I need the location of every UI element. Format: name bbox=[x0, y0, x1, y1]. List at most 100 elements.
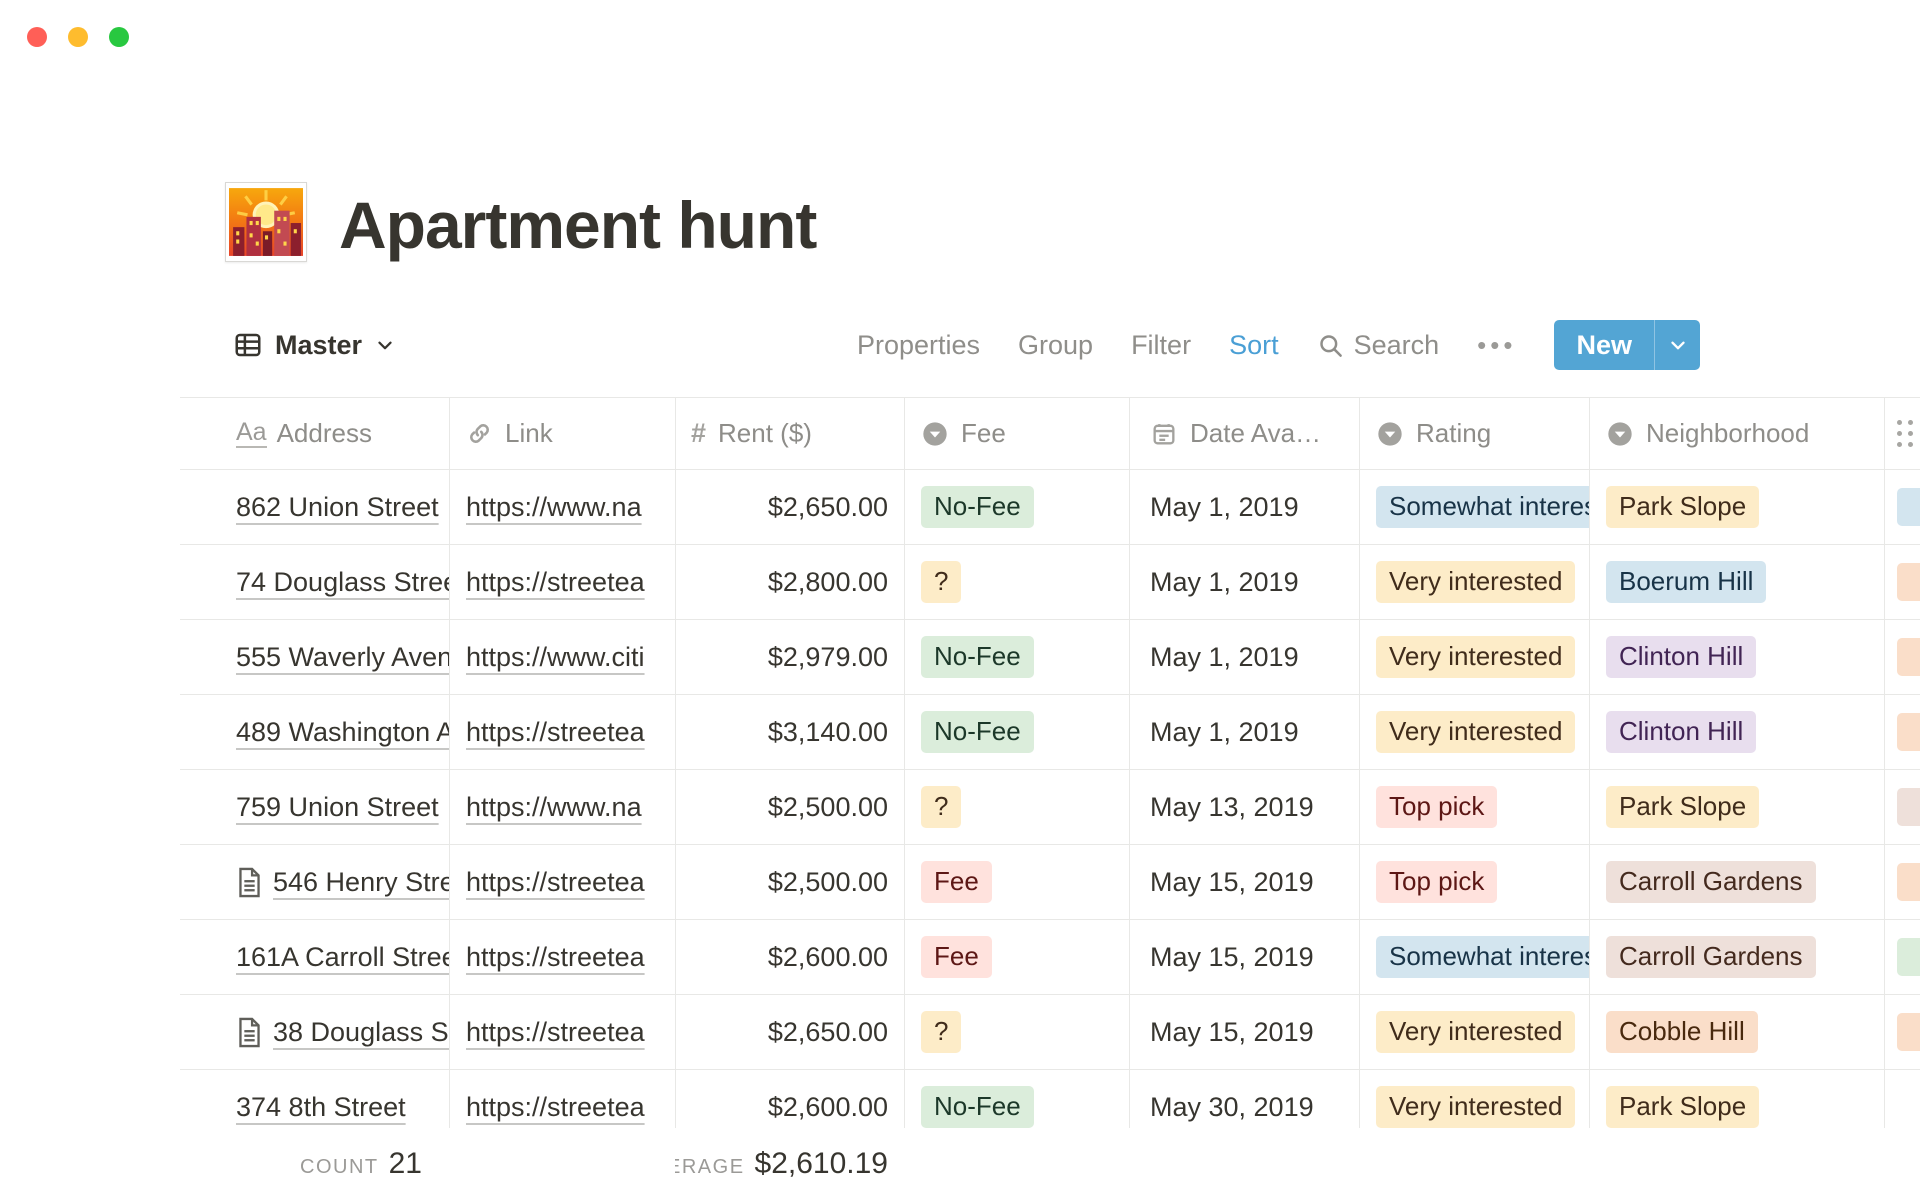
cell-rating[interactable]: Somewhat interested bbox=[1359, 920, 1589, 994]
cell-extra[interactable] bbox=[1884, 920, 1920, 994]
cell-rating[interactable]: Very interested bbox=[1359, 695, 1589, 769]
cell-extra[interactable] bbox=[1884, 995, 1920, 1069]
cell-fee[interactable]: ? bbox=[904, 995, 1129, 1069]
address-link[interactable]: 862 Union Street bbox=[236, 492, 439, 523]
url-link[interactable]: https://streetea bbox=[466, 1092, 645, 1123]
column-header-fee[interactable]: Fee bbox=[904, 398, 1129, 469]
column-header-link[interactable]: Link bbox=[449, 398, 675, 469]
address-link[interactable]: 374 8th Street bbox=[236, 1092, 406, 1123]
cell-date-available[interactable]: May 15, 2019 bbox=[1129, 920, 1359, 994]
cell-rating[interactable]: Very interested bbox=[1359, 620, 1589, 694]
cell-rating[interactable]: Top pick bbox=[1359, 845, 1589, 919]
address-link[interactable]: 546 Henry Street bbox=[273, 867, 449, 898]
cell-date-available[interactable]: May 1, 2019 bbox=[1129, 620, 1359, 694]
cell-link[interactable]: https://streetea bbox=[449, 695, 675, 769]
cell-neighborhood[interactable]: Cobble Hill bbox=[1589, 995, 1884, 1069]
cell-link[interactable]: https://www.citi bbox=[449, 620, 675, 694]
url-link[interactable]: https://www.na bbox=[466, 492, 642, 523]
cell-date-available[interactable]: May 13, 2019 bbox=[1129, 770, 1359, 844]
address-link[interactable]: 555 Waverly Avenue bbox=[236, 642, 449, 673]
cell-neighborhood[interactable]: Carroll Gardens bbox=[1589, 845, 1884, 919]
cell-address[interactable]: 161A Carroll Street bbox=[220, 920, 449, 994]
view-switcher[interactable]: Master bbox=[233, 330, 396, 361]
new-button-label[interactable]: New bbox=[1554, 320, 1654, 370]
cell-rent[interactable]: $2,979.00 bbox=[675, 620, 904, 694]
cell-link[interactable]: https://streetea bbox=[449, 545, 675, 619]
address-link[interactable]: 38 Douglass Street bbox=[273, 1017, 449, 1048]
cell-neighborhood[interactable]: Carroll Gardens bbox=[1589, 920, 1884, 994]
cell-rent[interactable]: $2,500.00 bbox=[675, 770, 904, 844]
cell-extra[interactable] bbox=[1884, 695, 1920, 769]
cell-rating[interactable]: Very interested bbox=[1359, 545, 1589, 619]
cell-rent[interactable]: $2,500.00 bbox=[675, 845, 904, 919]
cell-rating[interactable]: Very interested bbox=[1359, 995, 1589, 1069]
new-button[interactable]: New bbox=[1554, 320, 1700, 370]
average-calc[interactable]: AVERAGE $2,610.19 bbox=[675, 1128, 904, 1200]
properties-button[interactable]: Properties bbox=[857, 330, 980, 361]
more-options-button[interactable]: ••• bbox=[1477, 330, 1516, 361]
cell-address[interactable]: 38 Douglass Street bbox=[220, 995, 449, 1069]
cell-rent[interactable]: $2,650.00 bbox=[675, 995, 904, 1069]
cell-address[interactable]: 74 Douglass Street bbox=[220, 545, 449, 619]
cell-fee[interactable]: No-Fee bbox=[904, 470, 1129, 544]
page-emoji-icon[interactable] bbox=[225, 182, 307, 262]
cell-date-available[interactable]: May 15, 2019 bbox=[1129, 995, 1359, 1069]
column-header-hood[interactable]: Neighborhood bbox=[1589, 398, 1884, 469]
column-header-extra[interactable] bbox=[1884, 398, 1920, 469]
cell-address[interactable]: 555 Waverly Avenue bbox=[220, 620, 449, 694]
cell-link[interactable]: https://streetea bbox=[449, 920, 675, 994]
cell-rent[interactable]: $2,600.00 bbox=[675, 920, 904, 994]
column-header-rent[interactable]: #Rent ($) bbox=[675, 398, 904, 469]
cell-fee[interactable]: Fee bbox=[904, 845, 1129, 919]
cell-neighborhood[interactable]: Clinton Hill bbox=[1589, 695, 1884, 769]
column-header-date[interactable]: Date Ava… bbox=[1129, 398, 1359, 469]
cell-date-available[interactable]: May 1, 2019 bbox=[1129, 545, 1359, 619]
cell-fee[interactable]: ? bbox=[904, 770, 1129, 844]
cell-address[interactable]: 546 Henry Street bbox=[220, 845, 449, 919]
minimize-window-button[interactable] bbox=[68, 27, 88, 47]
address-link[interactable]: 74 Douglass Street bbox=[236, 567, 449, 598]
cell-neighborhood[interactable]: Park Slope bbox=[1589, 770, 1884, 844]
cell-neighborhood[interactable]: Clinton Hill bbox=[1589, 620, 1884, 694]
close-window-button[interactable] bbox=[27, 27, 47, 47]
url-link[interactable]: https://streetea bbox=[466, 942, 645, 973]
cell-neighborhood[interactable]: Boerum Hill bbox=[1589, 545, 1884, 619]
url-link[interactable]: https://www.na bbox=[466, 792, 642, 823]
address-link[interactable]: 759 Union Street bbox=[236, 792, 439, 823]
search-button[interactable]: Search bbox=[1317, 330, 1440, 361]
cell-rating[interactable]: Somewhat interested bbox=[1359, 470, 1589, 544]
cell-date-available[interactable]: May 15, 2019 bbox=[1129, 845, 1359, 919]
url-link[interactable]: https://streetea bbox=[466, 1017, 645, 1048]
cell-link[interactable]: https://streetea bbox=[449, 995, 675, 1069]
column-header-rating[interactable]: Rating bbox=[1359, 398, 1589, 469]
cell-neighborhood[interactable]: Park Slope bbox=[1589, 470, 1884, 544]
cell-extra[interactable] bbox=[1884, 620, 1920, 694]
cell-fee[interactable]: Fee bbox=[904, 920, 1129, 994]
cell-extra[interactable] bbox=[1884, 470, 1920, 544]
address-link[interactable]: 489 Washington Ave bbox=[236, 717, 449, 748]
cell-link[interactable]: https://streetea bbox=[449, 845, 675, 919]
page-title[interactable]: Apartment hunt bbox=[339, 189, 816, 262]
count-calc[interactable]: COUNT 21 bbox=[180, 1128, 449, 1200]
url-link[interactable]: https://streetea bbox=[466, 867, 645, 898]
url-link[interactable]: https://streetea bbox=[466, 567, 645, 598]
cell-rent[interactable]: $2,650.00 bbox=[675, 470, 904, 544]
link-calc-empty[interactable] bbox=[449, 1128, 675, 1200]
cell-fee[interactable]: ? bbox=[904, 545, 1129, 619]
cell-fee[interactable]: No-Fee bbox=[904, 695, 1129, 769]
cell-rating[interactable]: Top pick bbox=[1359, 770, 1589, 844]
cell-extra[interactable] bbox=[1884, 545, 1920, 619]
new-dropdown-button[interactable] bbox=[1654, 320, 1700, 370]
cell-rent[interactable]: $3,140.00 bbox=[675, 695, 904, 769]
cell-address[interactable]: 489 Washington Ave bbox=[220, 695, 449, 769]
cell-address[interactable]: 862 Union Street bbox=[220, 470, 449, 544]
cell-date-available[interactable]: May 1, 2019 bbox=[1129, 695, 1359, 769]
address-link[interactable]: 161A Carroll Street bbox=[236, 942, 449, 973]
url-link[interactable]: https://www.citi bbox=[466, 642, 645, 673]
filter-button[interactable]: Filter bbox=[1131, 330, 1191, 361]
cell-fee[interactable]: No-Fee bbox=[904, 620, 1129, 694]
cell-extra[interactable] bbox=[1884, 770, 1920, 844]
cell-link[interactable]: https://www.na bbox=[449, 470, 675, 544]
group-button[interactable]: Group bbox=[1018, 330, 1093, 361]
sort-button[interactable]: Sort bbox=[1229, 330, 1279, 361]
